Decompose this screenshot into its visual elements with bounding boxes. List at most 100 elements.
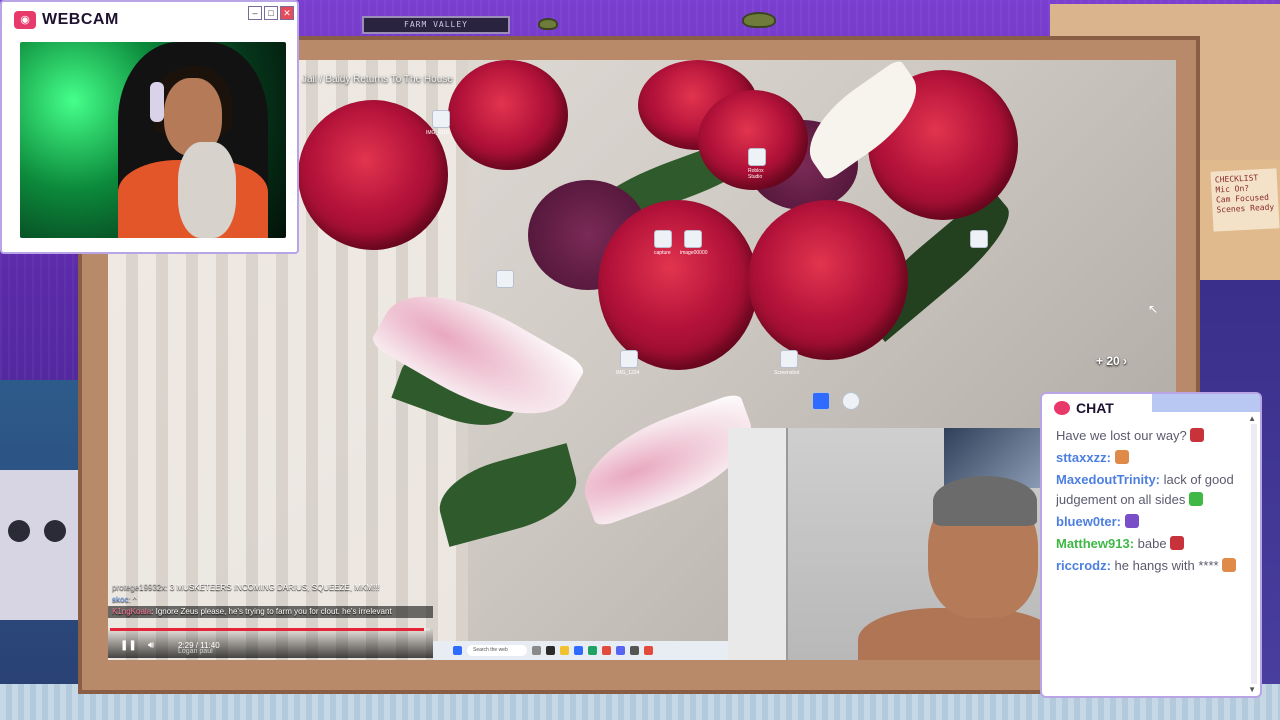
caption-hint: Logan paul (178, 648, 213, 655)
emote-icon (1170, 536, 1185, 550)
speaker-rack (0, 470, 78, 620)
stream-chat-row: K1ngKoala: Ignore Zeus please, he's tryi… (108, 606, 433, 618)
webcam-title: WEBCAM (42, 11, 119, 28)
chat-header: CHAT (1042, 394, 1260, 422)
chat-username[interactable]: Matthew913: (1056, 536, 1138, 551)
roblox-studio-icon[interactable] (748, 148, 766, 166)
taskbar-app-icon[interactable] (602, 646, 611, 655)
stream-chat-row: skoc: ^ (108, 594, 433, 606)
more-count: + 20 (1096, 354, 1120, 368)
chat-title: CHAT (1076, 400, 1114, 416)
scroll-up-icon[interactable]: ▲ (1248, 414, 1256, 423)
file-icon[interactable] (620, 350, 638, 368)
taskbar-app-icon[interactable] (630, 646, 639, 655)
emote-icon (1124, 514, 1139, 528)
taskbar-app-icon[interactable] (616, 646, 625, 655)
chat-username[interactable]: riccrodz: (1056, 558, 1115, 573)
chat-username[interactable]: sttaxxzz: (1056, 450, 1115, 465)
avatar-icon[interactable] (842, 392, 860, 410)
desktop-shortcut-label: IMG_9118 (426, 130, 449, 136)
desktop-shortcut-label: Roblox Studio (748, 168, 764, 180)
chat-username[interactable]: MaxedoutTrinity: (1056, 472, 1164, 487)
rose (448, 60, 568, 170)
chrome-icon[interactable] (496, 270, 514, 288)
taskbar-app-icon[interactable] (560, 646, 569, 655)
volume-icon[interactable]: 🔊︎ (148, 640, 154, 651)
frog-figurine (538, 18, 558, 30)
scroll-down-icon[interactable]: ▼ (1248, 685, 1256, 694)
emote-icon (1190, 428, 1205, 442)
camera-icon: ◉ (14, 11, 36, 29)
frog-figurine (742, 12, 776, 28)
close-button[interactable]: ✕ (280, 6, 294, 20)
speaker-knob (44, 520, 66, 542)
guest-webcam (728, 428, 1040, 660)
stream-chat-row: protege19932x: 3 MUSKETEERS INCOMING DAR… (108, 582, 433, 594)
chat-message: riccrodz: he hangs with **** (1056, 556, 1252, 576)
taskbar-app-icon[interactable] (588, 646, 597, 655)
stream-chat-user: K1ngKoala (112, 607, 152, 616)
taskbar-app-icon[interactable] (644, 646, 653, 655)
desktop-shortcut-label: Screenshot (774, 370, 800, 376)
desktop-shortcut-label: IMG_1234 (616, 370, 640, 376)
chat-scrollbar[interactable] (1251, 424, 1257, 684)
chrome-icon[interactable] (970, 230, 988, 248)
taskbar-app-icon[interactable] (546, 646, 555, 655)
speaker-knob (8, 520, 30, 542)
chat-text: babe (1137, 536, 1171, 551)
microphone (178, 142, 236, 238)
guest-body (858, 608, 1040, 660)
chat-message: bluew0ter: (1056, 512, 1252, 532)
stream-chat-user: skoc (112, 595, 129, 604)
desktop-shortcut-icon[interactable] (432, 110, 450, 128)
emote-icon (1222, 558, 1237, 572)
rose (298, 100, 448, 250)
windows-taskbar: Search the web (433, 641, 728, 660)
chat-bubble-icon (1054, 401, 1070, 415)
stream-title: Jail / Baldy Returns To The House (302, 74, 453, 85)
pause-icon[interactable]: ❚❚ (120, 640, 137, 651)
video-progress-bar[interactable] (110, 628, 430, 631)
taskbar-app-icon[interactable] (574, 646, 583, 655)
webcam-titlebar[interactable]: ◉ WEBCAM – □ ✕ (2, 2, 297, 38)
rose (598, 200, 758, 370)
stream-chat-text: : 3 MUSKETEERS INCOMING DARIUS, SQUEEZE,… (165, 583, 380, 592)
taskbar-app-icon[interactable] (532, 646, 541, 655)
farm-valley-sign: FARM VALLEY (362, 16, 510, 34)
image-file-icon[interactable] (684, 230, 702, 248)
chat-text: Have we lost our way? (1056, 428, 1191, 443)
chat-message: Have we lost our way? (1056, 426, 1252, 446)
chat-username[interactable]: bluew0ter: (1056, 514, 1125, 529)
chat-window: CHAT Have we lost our way? sttaxxzz: Max… (1040, 392, 1262, 698)
app-icon[interactable] (812, 392, 830, 410)
stream-chat-text: : ^ (128, 595, 137, 604)
video-player-controls (108, 628, 433, 658)
guest-door (728, 428, 788, 660)
chat-messages[interactable]: Have we lost our way? sttaxxzz: Maxedout… (1056, 426, 1252, 686)
emote-icon (1114, 450, 1129, 464)
stream-chat-text: : Ignore Zeus please, he's trying to far… (151, 607, 392, 616)
guest-cap (933, 476, 1037, 526)
screenshot-icon[interactable] (780, 350, 798, 368)
maximize-button[interactable]: □ (264, 6, 278, 20)
file-icon[interactable] (654, 230, 672, 248)
headset (150, 82, 164, 122)
taskbar-search-input[interactable]: Search the web (467, 645, 527, 656)
stream-chat-user: protege19932x (112, 583, 166, 592)
checklist-note: CHECKLIST Mic On? Cam Focused Scenes Rea… (1210, 168, 1280, 232)
desktop-shortcut-label: capture (654, 250, 671, 256)
chat-message: Matthew913: babe (1056, 534, 1252, 554)
video-progress-fill (110, 628, 424, 631)
more-count-badge[interactable]: + 20 › (1096, 354, 1127, 368)
webcam-feed (20, 42, 286, 238)
stream-chat-overlay: protege19932x: 3 MUSKETEERS INCOMING DAR… (108, 582, 433, 618)
chat-header-accent (1152, 394, 1260, 412)
windows-start-icon[interactable] (453, 646, 462, 655)
rose (748, 200, 908, 360)
chevron-right-icon: › (1123, 354, 1128, 368)
minimize-button[interactable]: – (248, 6, 262, 20)
chat-message: MaxedoutTrinity: lack of good judgement … (1056, 470, 1252, 510)
emote-icon (1188, 492, 1203, 506)
chat-text: he hangs with **** (1114, 558, 1223, 573)
desktop-shortcut-label: image00000 (680, 250, 708, 256)
